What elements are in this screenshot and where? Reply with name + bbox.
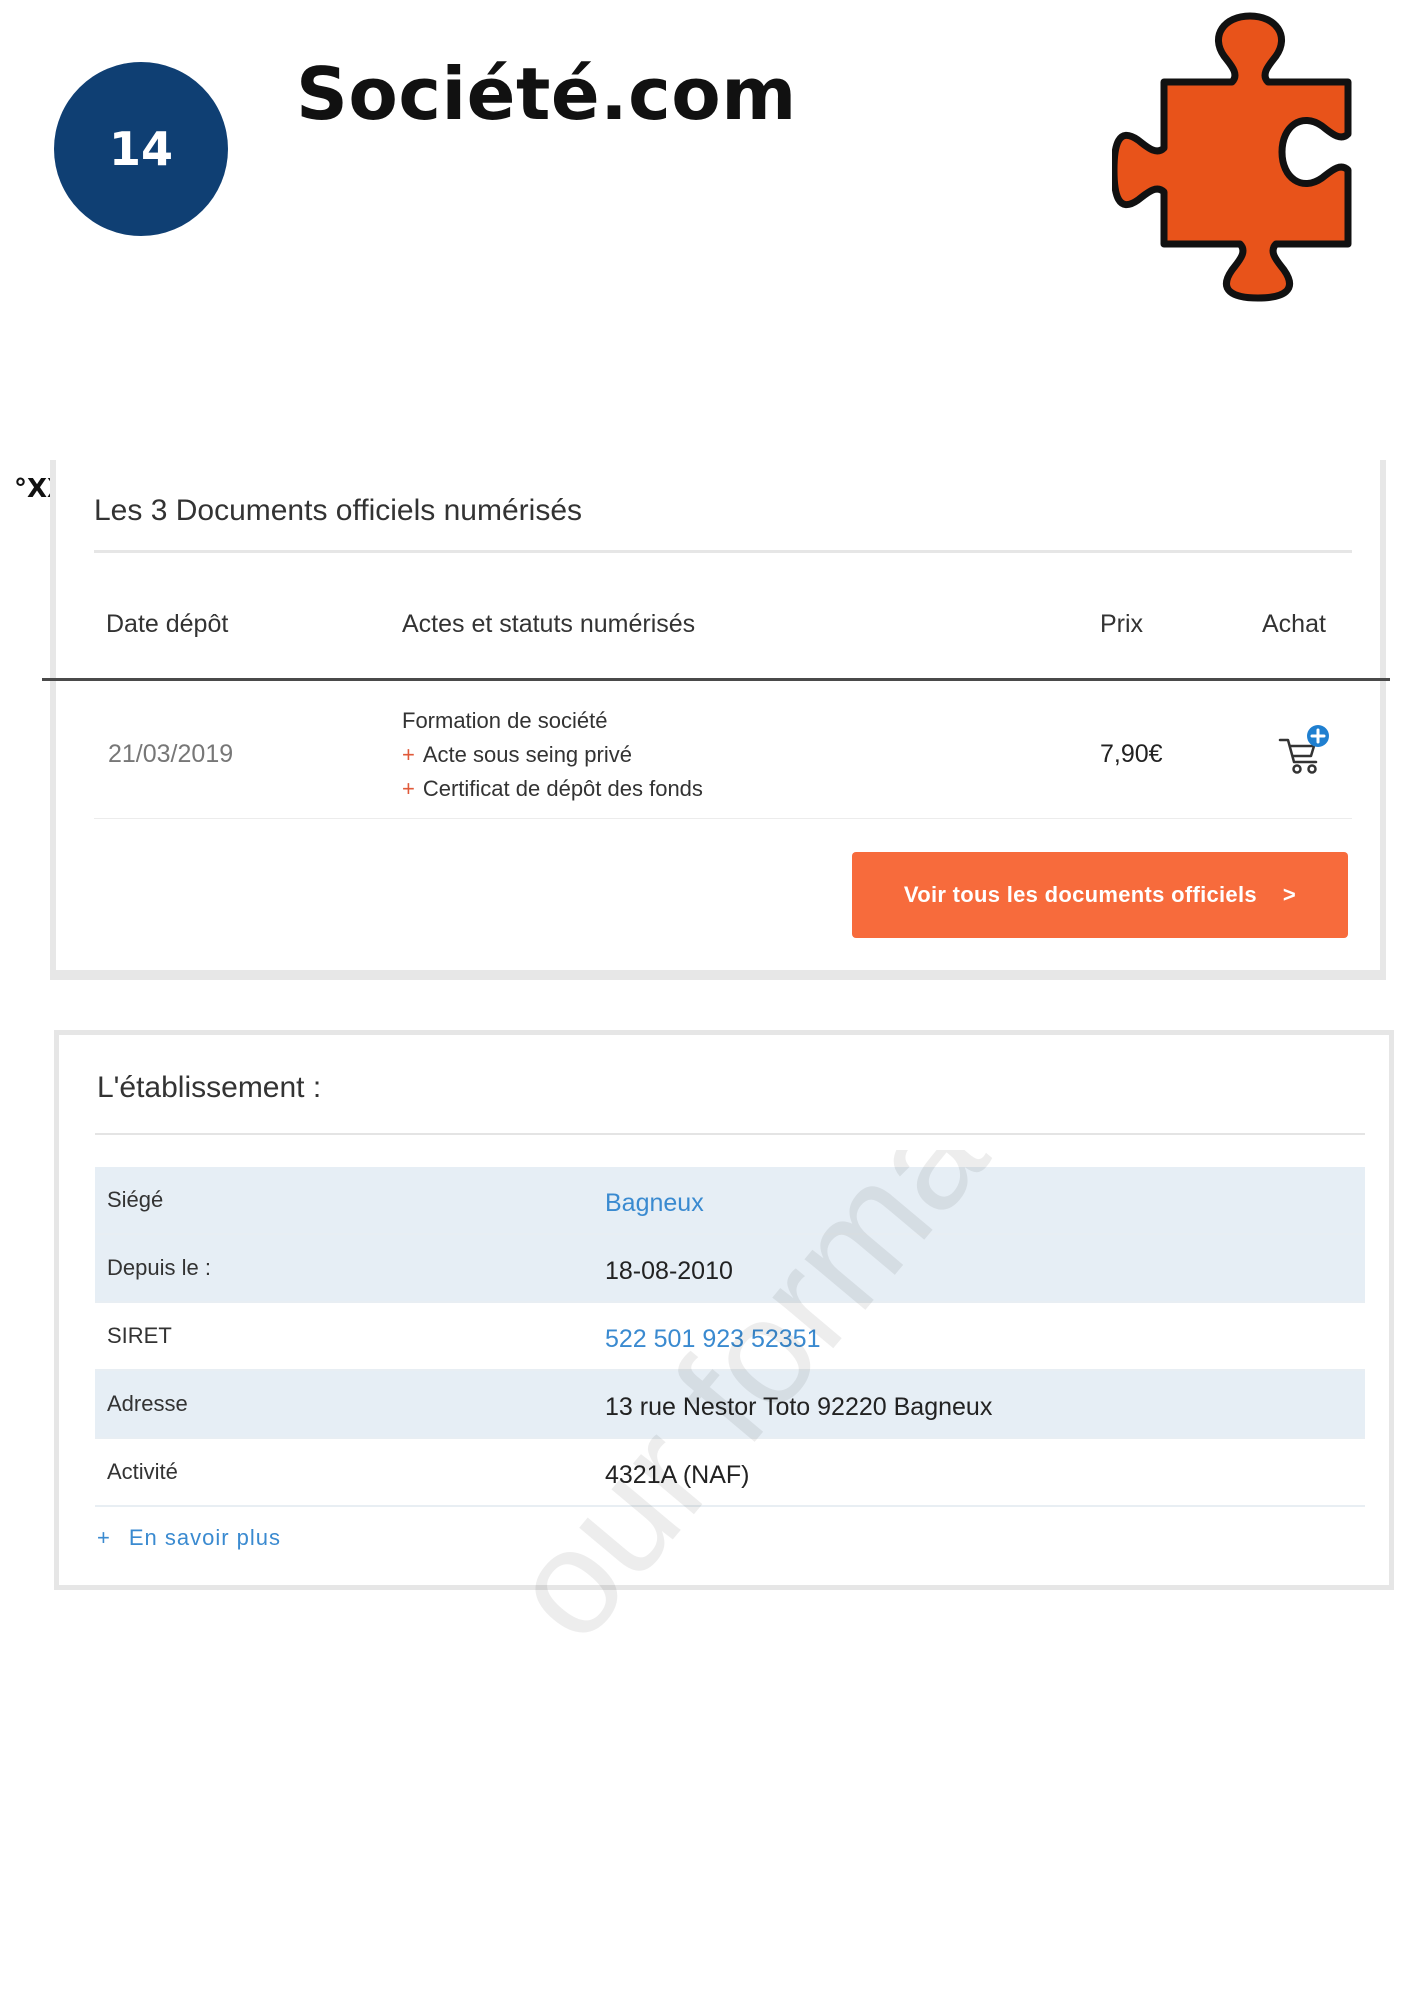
siret-link[interactable]: 522 501 923 52351 [605,1325,821,1354]
document-actes: Formation de société + Acte sous seing pr… [402,704,703,806]
divider [94,550,1352,553]
etablissement-title: L'établissement : [97,1071,322,1104]
row-label: Siégé [107,1187,164,1212]
etablissement-table: Siégé Bagneux Depuis le : 18-08-2010 SIR… [95,1167,1365,1507]
column-header-achat: Achat [1262,610,1326,638]
row-label: Adresse [107,1391,188,1416]
document-date: 21/03/2019 [108,740,234,768]
table-row: SIRET 522 501 923 52351 [95,1303,1365,1371]
divider [95,1133,1365,1135]
row-label: Depuis le : [107,1255,211,1280]
siege-link[interactable]: Bagneux [605,1189,704,1218]
table-row: Activité 4321A (NAF) [95,1439,1365,1507]
row-label: Activité [107,1459,178,1484]
documents-title: Les 3 Documents officiels numérisés [94,494,582,527]
column-header-prix: Prix [1100,610,1144,638]
document-price: 7,90€ [1100,740,1163,768]
learn-more-link[interactable]: + En savoir plus [97,1525,281,1551]
row-value: 13 rue Nestor Toto 92220 Bagneux [605,1393,993,1421]
row-label: SIRET [107,1323,172,1348]
table-row: Siégé Bagneux [95,1167,1365,1235]
acte-main: Formation de société [402,708,608,733]
etablissement-card: L'établissement : Siégé Bagneux Depuis l… [54,1030,1394,1590]
acte-item: + Acte sous seing privé [402,742,632,767]
badge-number: 14 [108,122,173,176]
acte-item: + Certificat de dépôt des fonds [402,776,703,801]
documents-card: Les 3 Documents officiels numérisés Date… [42,460,1390,980]
view-all-documents-button[interactable]: Voir tous les documents officiels > [852,852,1348,938]
divider [94,818,1352,819]
view-all-documents-label: Voir tous les documents officiels [903,882,1257,907]
table-row: Adresse 13 rue Nestor Toto 92220 Bagneux [95,1371,1365,1439]
plus-icon: + [97,1525,111,1550]
number-badge: 14 [54,62,228,236]
chevron-right-icon: > [1282,882,1297,907]
brand-title: Société.com [296,52,797,136]
column-header-date: Date dépôt [106,610,229,638]
puzzle-piece-icon [1112,12,1352,302]
table-header-rule [42,678,1390,681]
cart-plus-icon[interactable] [1278,724,1332,776]
table-row: Depuis le : 18-08-2010 [95,1235,1365,1303]
learn-more-label: En savoir plus [128,1525,282,1550]
row-value: 4321A (NAF) [605,1461,750,1489]
row-value: 18-08-2010 [605,1257,733,1285]
column-header-actes: Actes et statuts numérisés [402,610,696,638]
